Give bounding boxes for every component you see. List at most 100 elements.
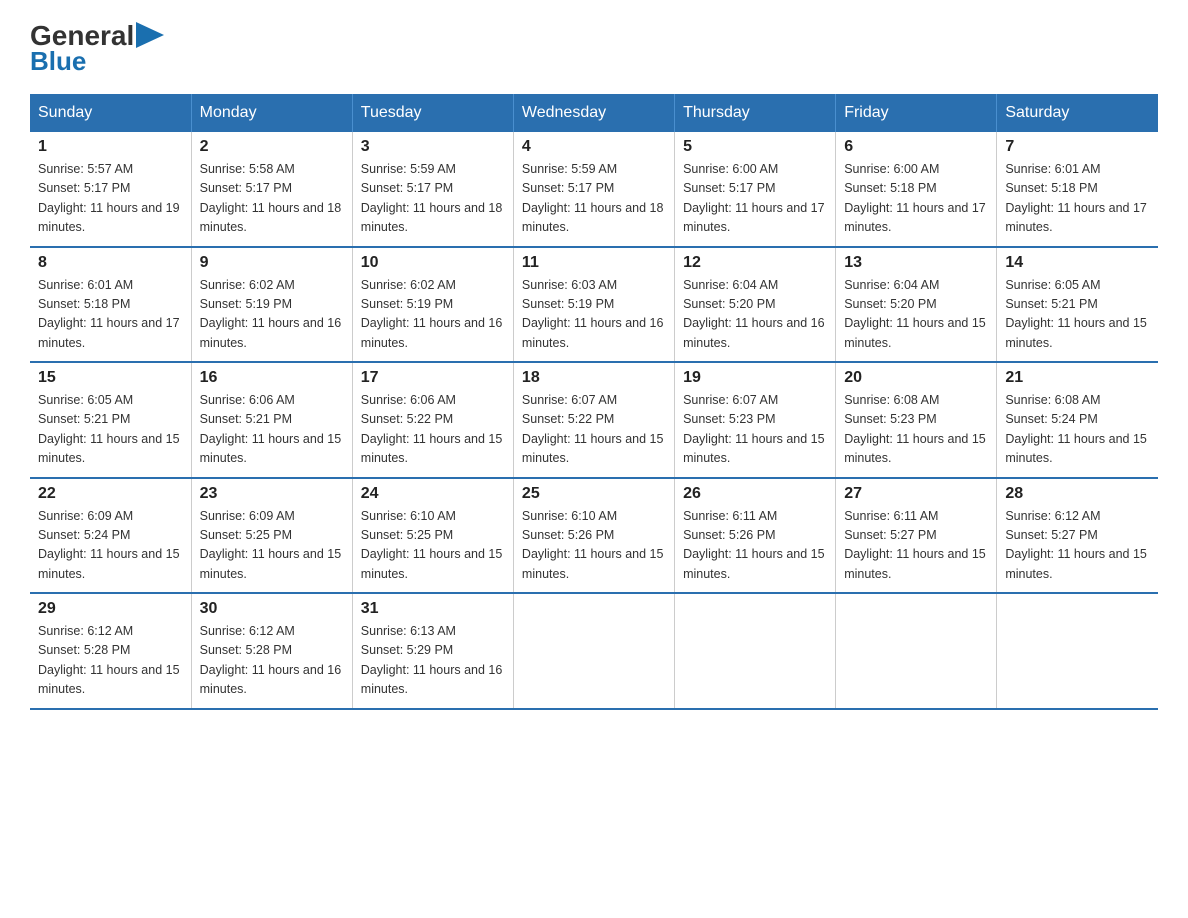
day-info: Sunrise: 6:04 AMSunset: 5:20 PMDaylight:… — [844, 276, 988, 354]
day-info: Sunrise: 6:07 AMSunset: 5:22 PMDaylight:… — [522, 391, 666, 469]
day-number: 26 — [683, 485, 827, 503]
day-info: Sunrise: 6:01 AMSunset: 5:18 PMDaylight:… — [1005, 160, 1150, 238]
day-info: Sunrise: 5:59 AMSunset: 5:17 PMDaylight:… — [522, 160, 666, 238]
calendar-week-row: 29 Sunrise: 6:12 AMSunset: 5:28 PMDayligh… — [30, 593, 1158, 709]
logo-blue: Blue — [30, 48, 86, 74]
calendar-cell: 6 Sunrise: 6:00 AMSunset: 5:18 PMDaylight… — [836, 132, 997, 247]
calendar-cell: 11 Sunrise: 6:03 AMSunset: 5:19 PMDayligh… — [513, 247, 674, 363]
day-number: 19 — [683, 369, 827, 387]
day-info: Sunrise: 6:11 AMSunset: 5:27 PMDaylight:… — [844, 507, 988, 585]
day-info: Sunrise: 6:12 AMSunset: 5:28 PMDaylight:… — [200, 622, 344, 700]
calendar-cell: 10 Sunrise: 6:02 AMSunset: 5:19 PMDayligh… — [352, 247, 513, 363]
day-number: 21 — [1005, 369, 1150, 387]
calendar-cell: 17Sunrise: 6:06 AMSunset: 5:22 PMDayligh… — [352, 362, 513, 478]
calendar-cell: 20Sunrise: 6:08 AMSunset: 5:23 PMDayligh… — [836, 362, 997, 478]
day-info: Sunrise: 6:10 AMSunset: 5:26 PMDaylight:… — [522, 507, 666, 585]
day-number: 15 — [38, 369, 183, 387]
day-number: 27 — [844, 485, 988, 503]
day-number: 9 — [200, 254, 344, 272]
day-info: Sunrise: 6:11 AMSunset: 5:26 PMDaylight:… — [683, 507, 827, 585]
day-number: 24 — [361, 485, 505, 503]
day-number: 30 — [200, 600, 344, 618]
day-info: Sunrise: 6:00 AMSunset: 5:18 PMDaylight:… — [844, 160, 988, 238]
calendar-cell: 8 Sunrise: 6:01 AMSunset: 5:18 PMDaylight… — [30, 247, 191, 363]
calendar-cell: 29 Sunrise: 6:12 AMSunset: 5:28 PMDayligh… — [30, 593, 191, 709]
day-info: Sunrise: 5:58 AMSunset: 5:17 PMDaylight:… — [200, 160, 344, 238]
calendar-cell: 31 Sunrise: 6:13 AMSunset: 5:29 PMDayligh… — [352, 593, 513, 709]
day-info: Sunrise: 6:03 AMSunset: 5:19 PMDaylight:… — [522, 276, 666, 354]
day-info: Sunrise: 6:04 AMSunset: 5:20 PMDaylight:… — [683, 276, 827, 354]
day-number: 5 — [683, 138, 827, 156]
day-info: Sunrise: 6:07 AMSunset: 5:23 PMDaylight:… — [683, 391, 827, 469]
header-day-wednesday: Wednesday — [513, 94, 674, 132]
calendar-cell: 15 Sunrise: 6:05 AMSunset: 5:21 PMDayligh… — [30, 362, 191, 478]
calendar-cell: 21 Sunrise: 6:08 AMSunset: 5:24 PMDayligh… — [997, 362, 1158, 478]
day-info: Sunrise: 5:57 AMSunset: 5:17 PMDaylight:… — [38, 160, 183, 238]
calendar-cell: 12 Sunrise: 6:04 AMSunset: 5:20 PMDayligh… — [675, 247, 836, 363]
day-info: Sunrise: 6:05 AMSunset: 5:21 PMDaylight:… — [1005, 276, 1150, 354]
day-info: Sunrise: 6:00 AMSunset: 5:17 PMDaylight:… — [683, 160, 827, 238]
calendar-table: SundayMondayTuesdayWednesdayThursdayFrid… — [30, 94, 1158, 710]
day-number: 28 — [1005, 485, 1150, 503]
calendar-cell: 19 Sunrise: 6:07 AMSunset: 5:23 PMDayligh… — [675, 362, 836, 478]
day-info: Sunrise: 6:08 AMSunset: 5:23 PMDaylight:… — [844, 391, 988, 469]
day-number: 13 — [844, 254, 988, 272]
day-number: 12 — [683, 254, 827, 272]
day-info: Sunrise: 6:02 AMSunset: 5:19 PMDaylight:… — [361, 276, 505, 354]
calendar-cell: 26 Sunrise: 6:11 AMSunset: 5:26 PMDayligh… — [675, 478, 836, 594]
calendar-week-row: 1 Sunrise: 5:57 AMSunset: 5:17 PMDaylight… — [30, 132, 1158, 247]
calendar-week-row: 22Sunrise: 6:09 AMSunset: 5:24 PMDayligh… — [30, 478, 1158, 594]
calendar-cell: 24 Sunrise: 6:10 AMSunset: 5:25 PMDayligh… — [352, 478, 513, 594]
day-info: Sunrise: 6:12 AMSunset: 5:28 PMDaylight:… — [38, 622, 183, 700]
day-number: 8 — [38, 254, 183, 272]
calendar-cell: 3 Sunrise: 5:59 AMSunset: 5:17 PMDaylight… — [352, 132, 513, 247]
calendar-cell: 1 Sunrise: 5:57 AMSunset: 5:17 PMDaylight… — [30, 132, 191, 247]
calendar-cell: 18Sunrise: 6:07 AMSunset: 5:22 PMDayligh… — [513, 362, 674, 478]
calendar-cell: 27 Sunrise: 6:11 AMSunset: 5:27 PMDayligh… — [836, 478, 997, 594]
calendar-header-row: SundayMondayTuesdayWednesdayThursdayFrid… — [30, 94, 1158, 132]
calendar-cell: 13 Sunrise: 6:04 AMSunset: 5:20 PMDayligh… — [836, 247, 997, 363]
day-number: 14 — [1005, 254, 1150, 272]
day-number: 3 — [361, 138, 505, 156]
header-day-monday: Monday — [191, 94, 352, 132]
calendar-cell: 7 Sunrise: 6:01 AMSunset: 5:18 PMDaylight… — [997, 132, 1158, 247]
day-info: Sunrise: 5:59 AMSunset: 5:17 PMDaylight:… — [361, 160, 505, 238]
calendar-cell — [836, 593, 997, 709]
day-number: 10 — [361, 254, 505, 272]
day-number: 7 — [1005, 138, 1150, 156]
day-number: 4 — [522, 138, 666, 156]
page-header: General Blue — [30, 20, 1158, 74]
day-info: Sunrise: 6:01 AMSunset: 5:18 PMDaylight:… — [38, 276, 183, 354]
calendar-cell: 9Sunrise: 6:02 AMSunset: 5:19 PMDaylight… — [191, 247, 352, 363]
day-info: Sunrise: 6:08 AMSunset: 5:24 PMDaylight:… — [1005, 391, 1150, 469]
day-info: Sunrise: 6:05 AMSunset: 5:21 PMDaylight:… — [38, 391, 183, 469]
calendar-week-row: 8 Sunrise: 6:01 AMSunset: 5:18 PMDaylight… — [30, 247, 1158, 363]
header-day-saturday: Saturday — [997, 94, 1158, 132]
logo-arrow-icon — [136, 22, 164, 48]
header-day-friday: Friday — [836, 94, 997, 132]
header-day-tuesday: Tuesday — [352, 94, 513, 132]
day-number: 6 — [844, 138, 988, 156]
day-number: 29 — [38, 600, 183, 618]
header-day-thursday: Thursday — [675, 94, 836, 132]
day-info: Sunrise: 6:09 AMSunset: 5:24 PMDaylight:… — [38, 507, 183, 585]
calendar-cell: 28 Sunrise: 6:12 AMSunset: 5:27 PMDayligh… — [997, 478, 1158, 594]
day-number: 25 — [522, 485, 666, 503]
calendar-cell — [997, 593, 1158, 709]
calendar-cell: 22Sunrise: 6:09 AMSunset: 5:24 PMDayligh… — [30, 478, 191, 594]
day-number: 23 — [200, 485, 344, 503]
day-number: 11 — [522, 254, 666, 272]
calendar-cell: 25 Sunrise: 6:10 AMSunset: 5:26 PMDayligh… — [513, 478, 674, 594]
calendar-cell: 14 Sunrise: 6:05 AMSunset: 5:21 PMDayligh… — [997, 247, 1158, 363]
day-number: 16 — [200, 369, 344, 387]
logo: General Blue — [30, 20, 164, 74]
day-info: Sunrise: 6:06 AMSunset: 5:22 PMDaylight:… — [361, 391, 505, 469]
day-info: Sunrise: 6:12 AMSunset: 5:27 PMDaylight:… — [1005, 507, 1150, 585]
day-info: Sunrise: 6:10 AMSunset: 5:25 PMDaylight:… — [361, 507, 505, 585]
day-number: 1 — [38, 138, 183, 156]
day-number: 31 — [361, 600, 505, 618]
day-number: 2 — [200, 138, 344, 156]
day-info: Sunrise: 6:13 AMSunset: 5:29 PMDaylight:… — [361, 622, 505, 700]
calendar-cell: 2 Sunrise: 5:58 AMSunset: 5:17 PMDaylight… — [191, 132, 352, 247]
calendar-cell: 4 Sunrise: 5:59 AMSunset: 5:17 PMDaylight… — [513, 132, 674, 247]
